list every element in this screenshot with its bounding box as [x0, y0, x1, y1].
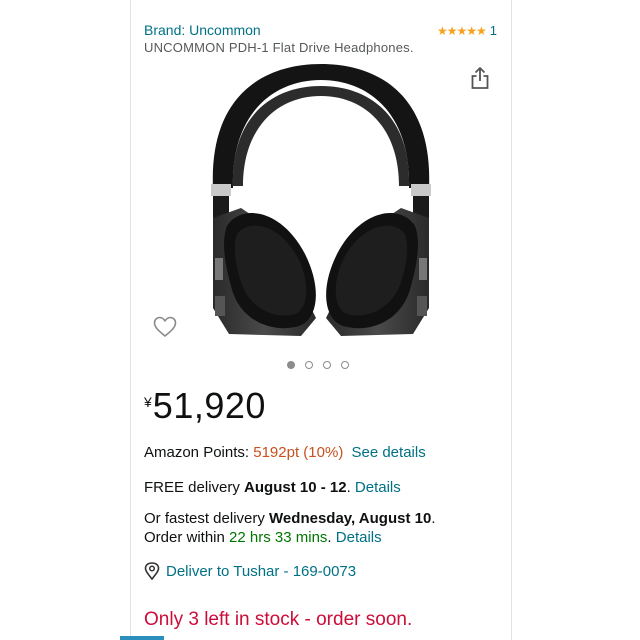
stock-status: Only 3 left in stock - order soon.	[144, 609, 413, 630]
rating[interactable]: ★★★★★ 1	[437, 23, 497, 38]
free-delivery-details-link[interactable]: Details	[355, 479, 401, 496]
price: ¥ 51,920	[144, 386, 266, 426]
tab-indicator	[120, 636, 164, 640]
currency-symbol: ¥	[144, 394, 152, 410]
product-title: UNCOMMON PDH-1 Flat Drive Headphones.	[144, 40, 414, 55]
price-value: 51,920	[152, 385, 266, 426]
product-card: Brand: Uncommon ★★★★★ 1 UNCOMMON PDH-1 F…	[130, 0, 512, 640]
fastest-delivery-date: Wednesday, August 10	[269, 510, 432, 527]
product-image[interactable]	[201, 58, 441, 348]
fastest-delivery-label: Or fastest delivery	[144, 510, 265, 527]
order-within-period: .	[327, 529, 332, 546]
star-rating-icon: ★★★★★	[436, 23, 487, 38]
heart-icon[interactable]	[153, 316, 177, 338]
fastest-delivery-row: Or fastest delivery Wednesday, August 10…	[144, 510, 435, 527]
points-see-details-link[interactable]: See details	[351, 444, 425, 461]
carousel-dot[interactable]	[305, 361, 313, 369]
carousel-dots	[287, 361, 349, 369]
free-delivery-date: August 10 - 12	[244, 479, 347, 496]
points-percent: (10%)	[303, 444, 344, 461]
location-pin-icon	[144, 562, 160, 580]
points-amount: 5192pt	[253, 444, 300, 461]
rating-count[interactable]: 1	[490, 23, 497, 38]
free-delivery-row: FREE delivery August 10 - 12. Details	[144, 479, 401, 496]
order-within-row: Order within 22 hrs 33 mins. Details	[144, 529, 382, 546]
free-delivery-label: FREE delivery	[144, 479, 240, 496]
points-label: Amazon Points:	[144, 444, 250, 461]
deliver-to-link[interactable]: Deliver to Tushar - 169-0073	[144, 562, 356, 580]
carousel-dot[interactable]	[323, 361, 331, 369]
carousel-dot[interactable]	[287, 361, 295, 369]
fastest-delivery-period: .	[431, 510, 436, 527]
points-row: Amazon Points: 5192pt (10%) See details	[144, 444, 426, 461]
share-icon[interactable]	[470, 66, 490, 90]
fastest-delivery-details-link[interactable]: Details	[336, 529, 382, 546]
order-within-label: Order within	[144, 529, 225, 546]
brand-link[interactable]: Brand: Uncommon	[144, 22, 261, 38]
order-countdown: 22 hrs 33 mins	[229, 529, 328, 546]
carousel-dot[interactable]	[341, 361, 349, 369]
deliver-to-text: Deliver to Tushar - 169-0073	[166, 562, 357, 580]
free-delivery-period: .	[346, 479, 351, 496]
